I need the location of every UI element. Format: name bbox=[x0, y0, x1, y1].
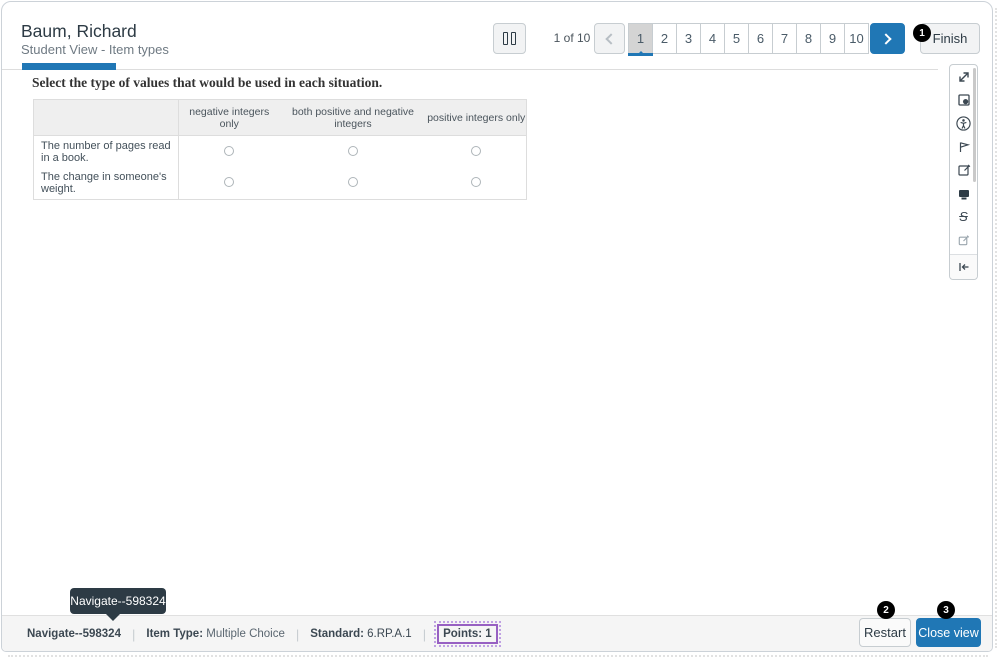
column-header: both positive and negative integers bbox=[279, 99, 427, 136]
radio-row1-col2[interactable] bbox=[348, 145, 358, 156]
table-row: The number of pages read in a book. bbox=[33, 135, 527, 168]
screen-icon[interactable] bbox=[950, 182, 977, 205]
item-footer: Navigate--598324 | Item Type: Multiple C… bbox=[2, 615, 992, 651]
answer-matrix-table: negative integers only both positive and … bbox=[33, 99, 527, 200]
close-view-button[interactable]: Close view bbox=[916, 618, 981, 647]
item-id-label: Navigate--598324 bbox=[27, 628, 121, 640]
previous-page-button[interactable] bbox=[594, 23, 625, 54]
progress-fill bbox=[22, 63, 116, 70]
radio-row2-col1[interactable] bbox=[224, 177, 235, 188]
annotation-badge-3: 3 bbox=[937, 601, 955, 619]
column-header: positive integers only bbox=[426, 99, 527, 136]
item-id-tooltip: Navigate--598324 bbox=[70, 588, 166, 621]
view-subtitle: Student View - Item types bbox=[21, 42, 169, 57]
page-button-3[interactable]: 3 bbox=[676, 23, 701, 54]
annotation-badge-2: 2 bbox=[877, 601, 895, 619]
points-badge: Points: 1 bbox=[434, 621, 501, 647]
window-edge-dotted-right bbox=[995, 8, 997, 648]
pause-button[interactable] bbox=[493, 23, 526, 54]
divider: | bbox=[131, 626, 136, 642]
column-header: negative integers only bbox=[178, 99, 280, 136]
item-type-value: Multiple Choice bbox=[206, 628, 285, 640]
row-label: The change in someone's weight. bbox=[33, 167, 179, 200]
collapse-left-icon[interactable] bbox=[950, 255, 977, 279]
pause-icon bbox=[511, 32, 516, 45]
chevron-left-icon bbox=[605, 33, 617, 45]
chevron-right-icon bbox=[880, 33, 892, 45]
page-buttons: 1 2 3 4 5 6 7 8 9 10 bbox=[628, 23, 869, 56]
strikethrough-icon[interactable]: S bbox=[950, 205, 977, 228]
radio-row1-col3[interactable] bbox=[471, 145, 482, 156]
next-page-button[interactable] bbox=[870, 23, 905, 54]
page-counter: 1 of 10 bbox=[553, 31, 591, 45]
page-button-9[interactable]: 9 bbox=[820, 23, 845, 54]
page-button-8[interactable]: 8 bbox=[796, 23, 821, 54]
row-label: The number of pages read in a book. bbox=[33, 135, 179, 168]
radio-row2-col3[interactable] bbox=[471, 177, 482, 188]
annotation-badge-1: 1 bbox=[913, 24, 931, 42]
progress-track bbox=[2, 63, 938, 70]
table-row: The change in someone's weight. bbox=[33, 167, 527, 200]
page-button-6[interactable]: 6 bbox=[748, 23, 773, 54]
page-button-5[interactable]: 5 bbox=[724, 23, 749, 54]
divider: | bbox=[295, 626, 300, 642]
page-button-10[interactable]: 10 bbox=[844, 23, 869, 54]
restart-button[interactable]: Restart bbox=[859, 618, 911, 647]
pause-icon bbox=[503, 32, 508, 45]
eliminator-icon[interactable] bbox=[950, 229, 977, 252]
divider: | bbox=[422, 626, 427, 642]
item-metadata: Navigate--598324 | Item Type: Multiple C… bbox=[27, 616, 501, 651]
window-edge-dotted-bottom bbox=[8, 655, 988, 657]
student-view-window: Baum, Richard Student View - Item types … bbox=[1, 1, 993, 652]
table-header-row: negative integers only both positive and … bbox=[33, 99, 527, 136]
page-button-2[interactable]: 2 bbox=[652, 23, 677, 54]
item-type-label: Item Type: bbox=[146, 628, 204, 640]
page-button-7[interactable]: 7 bbox=[772, 23, 797, 54]
standard-label: Standard: bbox=[310, 628, 364, 640]
table-body: The number of pages read in a book. The c… bbox=[33, 135, 527, 200]
radio-row2-col2[interactable] bbox=[348, 177, 358, 188]
toolbar-scrollbar[interactable] bbox=[973, 68, 976, 182]
radio-row1-col1[interactable] bbox=[224, 145, 235, 156]
accommodations-toolbar: S bbox=[949, 64, 978, 280]
table-corner-cell bbox=[33, 99, 179, 136]
student-name-title: Baum, Richard bbox=[21, 21, 137, 41]
question-prompt: Select the type of values that would be … bbox=[32, 75, 383, 90]
page-button-1[interactable]: 1 bbox=[628, 23, 653, 56]
standard-value: 6.RP.A.1 bbox=[367, 628, 412, 640]
page-button-4[interactable]: 4 bbox=[700, 23, 725, 54]
